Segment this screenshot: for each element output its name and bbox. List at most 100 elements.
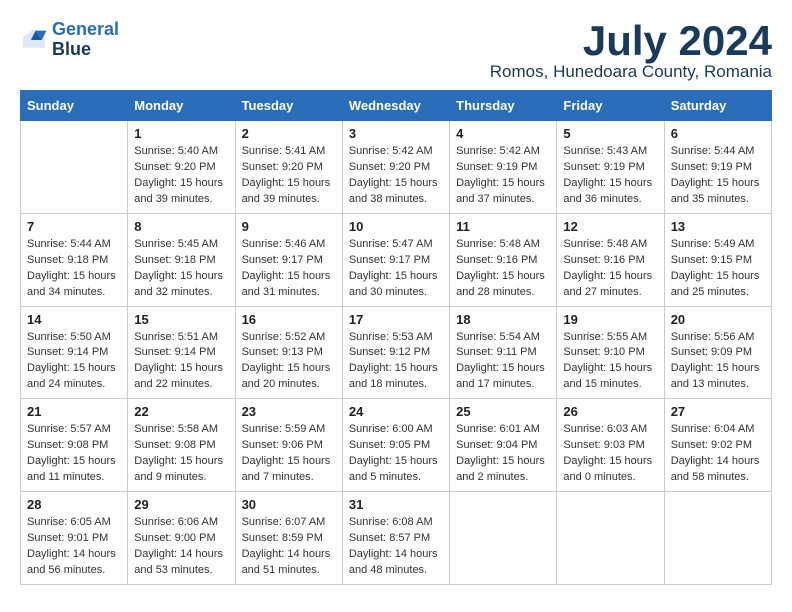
daylight-hours-text: Daylight: 15 hours (563, 454, 657, 470)
logo: General Blue (20, 20, 119, 60)
sunrise-text: Sunrise: 5:58 AM (134, 422, 228, 438)
daylight-hours-text: Daylight: 15 hours (563, 176, 657, 192)
sunrise-text: Sunrise: 5:43 AM (563, 144, 657, 160)
daylight-minutes-text: and 38 minutes. (349, 192, 443, 208)
day-number: 22 (134, 404, 228, 419)
day-detail: Sunrise: 5:42 AMSunset: 9:20 PMDaylight:… (349, 144, 443, 208)
daylight-hours-text: Daylight: 15 hours (134, 361, 228, 377)
daylight-minutes-text: and 18 minutes. (349, 377, 443, 393)
sunset-text: Sunset: 9:18 PM (27, 253, 121, 269)
calendar-cell: 18Sunrise: 5:54 AMSunset: 9:11 PMDayligh… (450, 306, 557, 399)
daylight-minutes-text: and 36 minutes. (563, 192, 657, 208)
day-number: 28 (27, 497, 121, 512)
day-detail: Sunrise: 5:51 AMSunset: 9:14 PMDaylight:… (134, 330, 228, 394)
day-detail: Sunrise: 5:52 AMSunset: 9:13 PMDaylight:… (242, 330, 336, 394)
day-detail: Sunrise: 5:43 AMSunset: 9:19 PMDaylight:… (563, 144, 657, 208)
calendar-cell: 20Sunrise: 5:56 AMSunset: 9:09 PMDayligh… (664, 306, 771, 399)
day-detail: Sunrise: 5:47 AMSunset: 9:17 PMDaylight:… (349, 237, 443, 301)
day-number: 19 (563, 312, 657, 327)
calendar-cell: 13Sunrise: 5:49 AMSunset: 9:15 PMDayligh… (664, 213, 771, 306)
sunrise-text: Sunrise: 6:03 AM (563, 422, 657, 438)
daylight-hours-text: Daylight: 15 hours (456, 176, 550, 192)
sunset-text: Sunset: 9:13 PM (242, 345, 336, 361)
sunset-text: Sunset: 8:57 PM (349, 531, 443, 547)
weekday-header: Tuesday (235, 91, 342, 121)
day-number: 9 (242, 219, 336, 234)
day-number: 23 (242, 404, 336, 419)
day-detail: Sunrise: 5:44 AMSunset: 9:19 PMDaylight:… (671, 144, 765, 208)
daylight-hours-text: Daylight: 15 hours (242, 361, 336, 377)
sunrise-text: Sunrise: 5:48 AM (563, 237, 657, 253)
daylight-minutes-text: and 9 minutes. (134, 470, 228, 486)
day-detail: Sunrise: 5:48 AMSunset: 9:16 PMDaylight:… (563, 237, 657, 301)
sunrise-text: Sunrise: 5:51 AM (134, 330, 228, 346)
weekday-header: Friday (557, 91, 664, 121)
logo-blue: Blue (52, 39, 91, 59)
sunrise-text: Sunrise: 5:48 AM (456, 237, 550, 253)
sunset-text: Sunset: 9:05 PM (349, 438, 443, 454)
daylight-minutes-text: and 24 minutes. (27, 377, 121, 393)
sunrise-text: Sunrise: 6:01 AM (456, 422, 550, 438)
calendar-cell (664, 492, 771, 585)
daylight-minutes-text: and 15 minutes. (563, 377, 657, 393)
day-detail: Sunrise: 5:50 AMSunset: 9:14 PMDaylight:… (27, 330, 121, 394)
calendar-cell: 11Sunrise: 5:48 AMSunset: 9:16 PMDayligh… (450, 213, 557, 306)
daylight-hours-text: Daylight: 15 hours (27, 454, 121, 470)
calendar-cell: 3Sunrise: 5:42 AMSunset: 9:20 PMDaylight… (342, 121, 449, 214)
day-detail: Sunrise: 6:08 AMSunset: 8:57 PMDaylight:… (349, 515, 443, 579)
daylight-hours-text: Daylight: 15 hours (349, 361, 443, 377)
weekday-header: Monday (128, 91, 235, 121)
daylight-minutes-text: and 13 minutes. (671, 377, 765, 393)
day-number: 2 (242, 126, 336, 141)
sunset-text: Sunset: 9:20 PM (242, 160, 336, 176)
weekday-header: Thursday (450, 91, 557, 121)
day-detail: Sunrise: 6:01 AMSunset: 9:04 PMDaylight:… (456, 422, 550, 486)
sunrise-text: Sunrise: 6:00 AM (349, 422, 443, 438)
sunset-text: Sunset: 9:08 PM (134, 438, 228, 454)
header: General Blue July 2024 Romos, Hunedoara … (20, 20, 772, 82)
day-detail: Sunrise: 5:41 AMSunset: 9:20 PMDaylight:… (242, 144, 336, 208)
sunrise-text: Sunrise: 5:53 AM (349, 330, 443, 346)
calendar-cell: 27Sunrise: 6:04 AMSunset: 9:02 PMDayligh… (664, 399, 771, 492)
sunrise-text: Sunrise: 6:06 AM (134, 515, 228, 531)
calendar-cell: 7Sunrise: 5:44 AMSunset: 9:18 PMDaylight… (21, 213, 128, 306)
sunrise-text: Sunrise: 6:07 AM (242, 515, 336, 531)
sunset-text: Sunset: 9:06 PM (242, 438, 336, 454)
day-detail: Sunrise: 5:42 AMSunset: 9:19 PMDaylight:… (456, 144, 550, 208)
sunset-text: Sunset: 9:19 PM (563, 160, 657, 176)
sunset-text: Sunset: 9:00 PM (134, 531, 228, 547)
sunset-text: Sunset: 9:02 PM (671, 438, 765, 454)
sunset-text: Sunset: 9:19 PM (671, 160, 765, 176)
sunrise-text: Sunrise: 5:44 AM (27, 237, 121, 253)
calendar-cell: 30Sunrise: 6:07 AMSunset: 8:59 PMDayligh… (235, 492, 342, 585)
sunset-text: Sunset: 9:12 PM (349, 345, 443, 361)
daylight-hours-text: Daylight: 15 hours (27, 361, 121, 377)
daylight-minutes-text: and 22 minutes. (134, 377, 228, 393)
sunset-text: Sunset: 9:17 PM (349, 253, 443, 269)
day-detail: Sunrise: 6:00 AMSunset: 9:05 PMDaylight:… (349, 422, 443, 486)
logo-text: General Blue (52, 20, 119, 60)
daylight-hours-text: Daylight: 15 hours (456, 361, 550, 377)
day-detail: Sunrise: 5:53 AMSunset: 9:12 PMDaylight:… (349, 330, 443, 394)
daylight-hours-text: Daylight: 15 hours (242, 269, 336, 285)
day-number: 17 (349, 312, 443, 327)
calendar-cell: 1Sunrise: 5:40 AMSunset: 9:20 PMDaylight… (128, 121, 235, 214)
day-detail: Sunrise: 5:45 AMSunset: 9:18 PMDaylight:… (134, 237, 228, 301)
daylight-minutes-text: and 7 minutes. (242, 470, 336, 486)
logo-icon (20, 26, 48, 54)
day-detail: Sunrise: 5:56 AMSunset: 9:09 PMDaylight:… (671, 330, 765, 394)
daylight-hours-text: Daylight: 14 hours (671, 454, 765, 470)
daylight-hours-text: Daylight: 15 hours (242, 454, 336, 470)
day-detail: Sunrise: 5:49 AMSunset: 9:15 PMDaylight:… (671, 237, 765, 301)
day-number: 11 (456, 219, 550, 234)
title-section: July 2024 Romos, Hunedoara County, Roman… (490, 20, 772, 82)
daylight-hours-text: Daylight: 15 hours (671, 176, 765, 192)
calendar-cell: 29Sunrise: 6:06 AMSunset: 9:00 PMDayligh… (128, 492, 235, 585)
daylight-hours-text: Daylight: 15 hours (242, 176, 336, 192)
month-title: July 2024 (490, 20, 772, 62)
sunrise-text: Sunrise: 5:57 AM (27, 422, 121, 438)
daylight-minutes-text: and 39 minutes. (134, 192, 228, 208)
calendar-cell: 6Sunrise: 5:44 AMSunset: 9:19 PMDaylight… (664, 121, 771, 214)
calendar-cell (21, 121, 128, 214)
day-detail: Sunrise: 5:46 AMSunset: 9:17 PMDaylight:… (242, 237, 336, 301)
